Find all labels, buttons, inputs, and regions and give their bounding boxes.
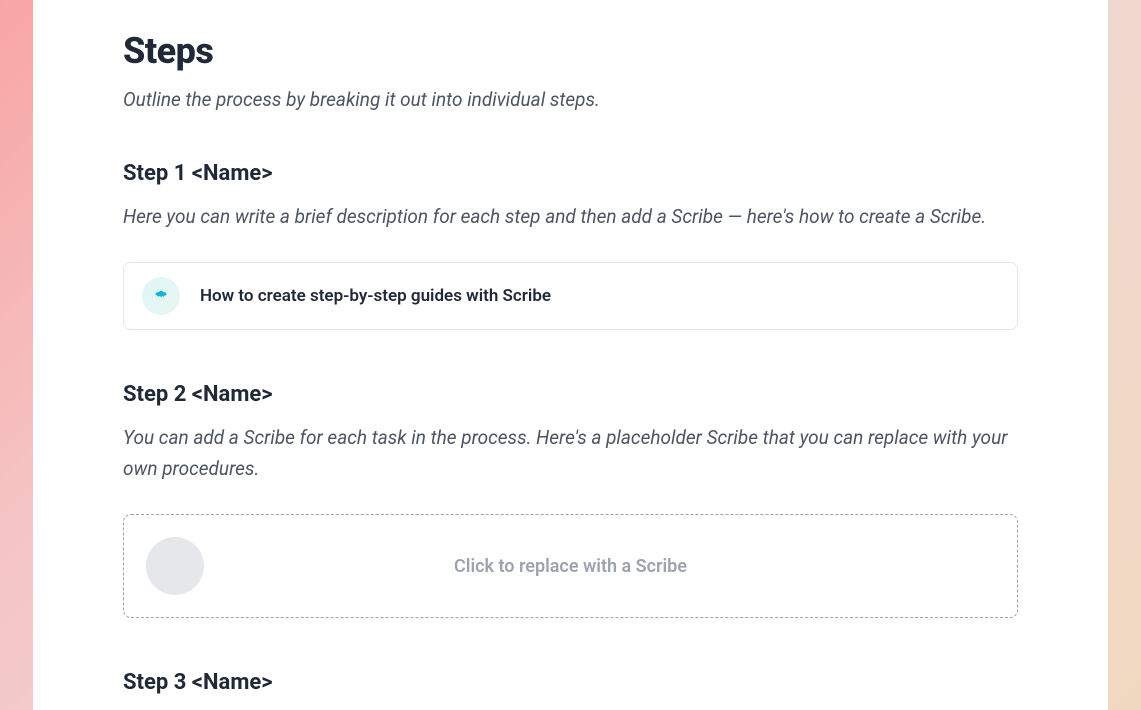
step2-description: You can add a Scribe for each task in th…: [123, 423, 1018, 484]
content-card: Steps Outline the process by breaking it…: [33, 0, 1108, 710]
handshake-icon: [152, 287, 170, 305]
scribe-placeholder-card[interactable]: Click to replace with a Scribe: [123, 514, 1018, 618]
steps-subtitle: Outline the process by breaking it out i…: [123, 88, 1018, 111]
steps-heading: Steps: [123, 30, 1018, 72]
placeholder-text: Click to replace with a Scribe: [454, 556, 687, 577]
step2-heading: Step 2 <Name>: [123, 382, 1018, 407]
step1-heading: Step 1 <Name>: [123, 161, 1018, 186]
step3-heading: Step 3 <Name>: [123, 670, 1018, 695]
placeholder-circle-icon: [146, 537, 204, 595]
scribe-card-title: How to create step-by-step guides with S…: [200, 286, 551, 306]
scribe-icon-wrapper: [142, 277, 180, 315]
step1-description: Here you can write a brief description f…: [123, 202, 1018, 232]
scribe-link-card[interactable]: How to create step-by-step guides with S…: [123, 262, 1018, 330]
